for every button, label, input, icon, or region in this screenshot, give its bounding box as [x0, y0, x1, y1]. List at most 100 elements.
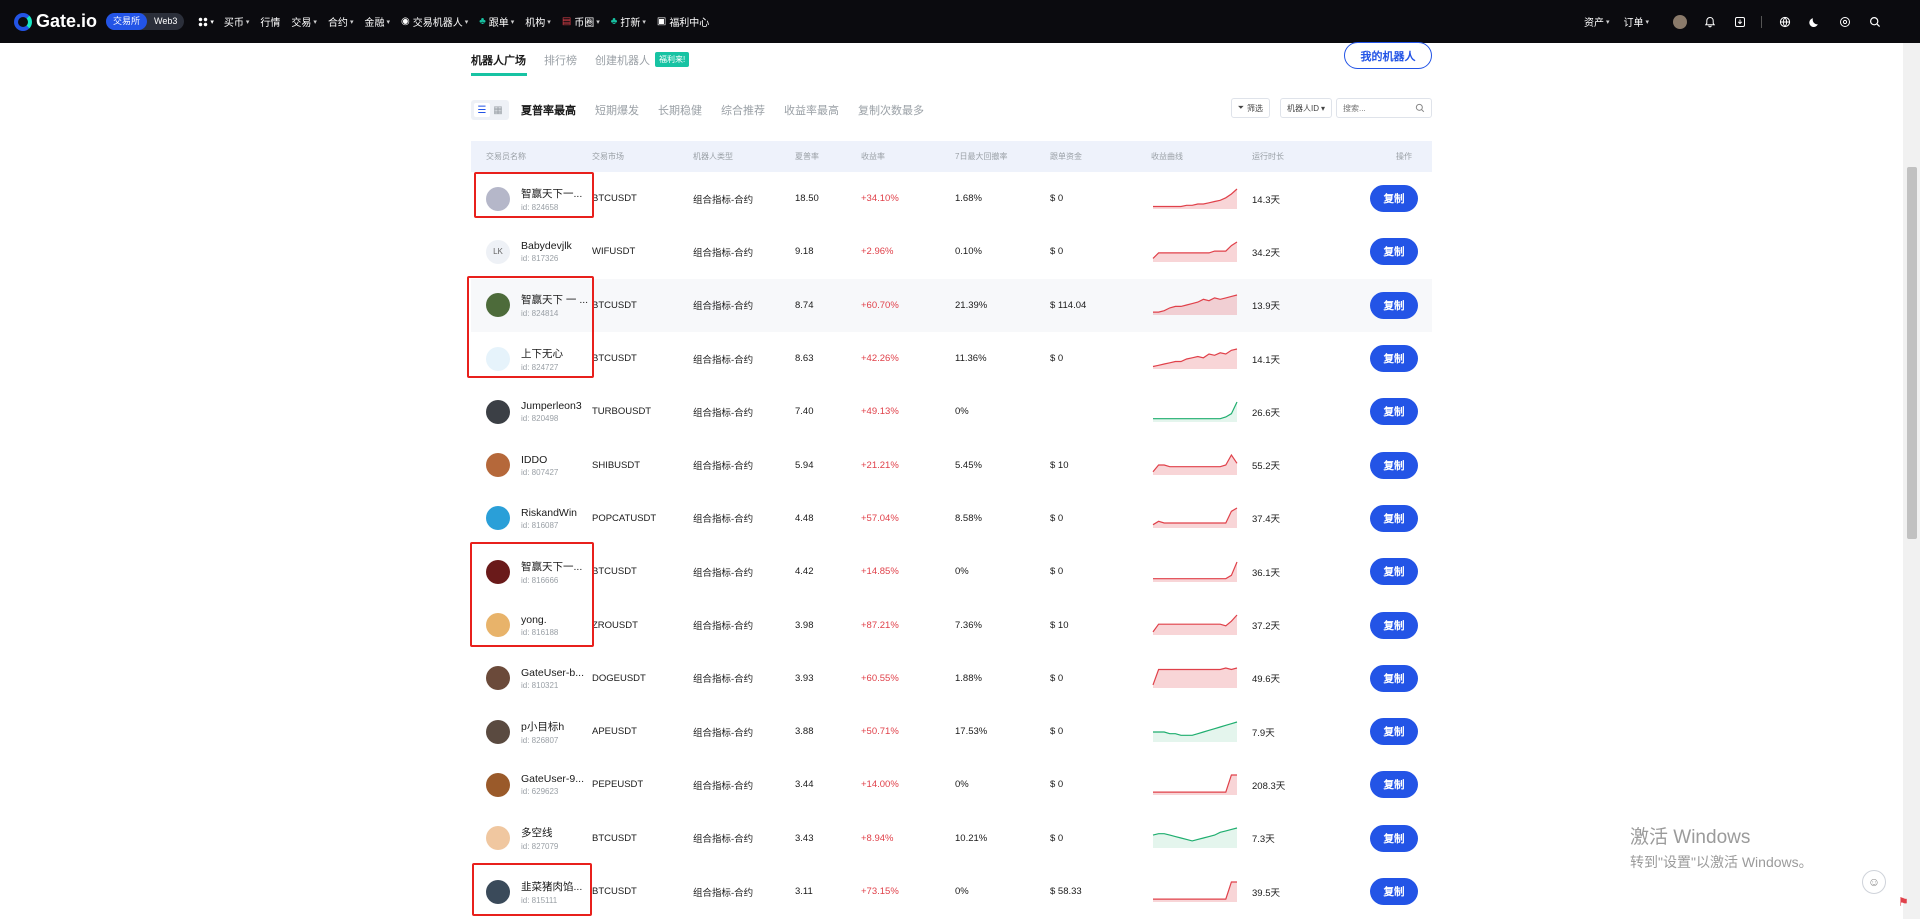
settings-icon[interactable]	[1838, 15, 1852, 29]
table-row[interactable]: Jumperleon3 id: 820498 TURBOUSDT 组合指标-合约…	[471, 385, 1432, 438]
copy-button[interactable]: 复制	[1370, 398, 1418, 426]
avatar[interactable]	[486, 186, 510, 211]
avatar[interactable]	[486, 826, 510, 851]
tab-create-bot[interactable]: 创建机器人 福利来!	[595, 52, 690, 68]
trader-cell[interactable]: RiskandWin id: 816087	[471, 506, 592, 531]
nav-item-10[interactable]: ▣ 福利中心	[657, 14, 709, 29]
nav-item-1[interactable]: 行情	[260, 14, 280, 29]
sort-option-5[interactable]: 复制次数最多	[858, 102, 924, 118]
nav-item-2[interactable]: 交易 ▾	[291, 14, 317, 29]
copy-button[interactable]: 复制	[1370, 504, 1418, 532]
trader-cell[interactable]: 韭菜猪肉馅... id: 815111	[471, 879, 592, 905]
trader-name[interactable]: Babydevjlk	[521, 240, 572, 252]
sort-option-4[interactable]: 收益率最高	[784, 102, 839, 118]
copy-button[interactable]: 复制	[1370, 718, 1418, 746]
assets-menu[interactable]: 资产 ▾	[1584, 14, 1610, 29]
trader-cell[interactable]: p小目标h id: 826807	[471, 719, 592, 745]
trader-name[interactable]: IDDO	[521, 454, 558, 466]
nav-item-7[interactable]: 机构 ▾	[525, 14, 551, 29]
nav-item-5[interactable]: ◉ 交易机器人 ▾	[401, 14, 468, 29]
avatar[interactable]: LK	[486, 239, 510, 264]
copy-button[interactable]: 复制	[1370, 771, 1418, 799]
copy-button[interactable]: 复制	[1370, 878, 1418, 905]
trader-cell[interactable]: 上下无心 id: 824727	[471, 346, 592, 372]
table-row[interactable]: 韭菜猪肉馅... id: 815111 BTCUSDT 组合指标-合约 3.11…	[471, 865, 1432, 918]
avatar[interactable]	[486, 666, 510, 691]
avatar[interactable]	[486, 613, 510, 638]
sort-option-2[interactable]: 长期稳健	[658, 102, 702, 118]
trader-name[interactable]: yong.	[521, 614, 558, 626]
gate-logo[interactable]: Gate.io	[14, 11, 97, 32]
trader-cell[interactable]: Jumperleon3 id: 820498	[471, 399, 592, 424]
support-chat-icon[interactable]: ☺	[1862, 870, 1886, 894]
avatar[interactable]	[486, 293, 510, 318]
copy-button[interactable]: 复制	[1370, 345, 1418, 373]
table-row[interactable]: 多空线 id: 827079 BTCUSDT 组合指标-合约 3.43 +8.9…	[471, 812, 1432, 865]
trader-name[interactable]: 智赢天下一...	[521, 186, 582, 201]
table-row[interactable]: 智赢天下一... id: 816666 BTCUSDT 组合指标-合约 4.42…	[471, 545, 1432, 598]
copy-button[interactable]: 复制	[1370, 824, 1418, 852]
avatar[interactable]	[486, 879, 510, 904]
trader-name[interactable]: GateUser-b...	[521, 667, 584, 679]
avatar[interactable]	[486, 559, 510, 584]
table-row[interactable]: 智赢天下一... id: 824658 BTCUSDT 组合指标-合约 18.5…	[471, 172, 1432, 225]
copy-button[interactable]: 复制	[1370, 238, 1418, 266]
avatar[interactable]	[486, 346, 510, 371]
download-icon[interactable]	[1733, 15, 1747, 29]
sort-option-1[interactable]: 短期爆发	[595, 102, 639, 118]
trader-name[interactable]: 多空线	[521, 825, 558, 840]
avatar[interactable]	[486, 719, 510, 744]
avatar[interactable]	[486, 506, 510, 531]
table-row[interactable]: IDDO id: 807427 SHIBUSDT 组合指标-合约 5.94 +2…	[471, 438, 1432, 491]
trader-cell[interactable]: 智赢天下 一 ... id: 824814	[471, 292, 592, 318]
trader-cell[interactable]: 智赢天下一... id: 816666	[471, 559, 592, 585]
avatar[interactable]	[486, 399, 510, 424]
apps-grid-icon[interactable]	[198, 16, 209, 27]
trader-cell[interactable]: 多空线 id: 827079	[471, 825, 592, 851]
copy-button[interactable]: 复制	[1370, 451, 1418, 479]
theme-moon-icon[interactable]	[1808, 15, 1822, 29]
filter-button[interactable]: ⏷ 筛选	[1230, 98, 1270, 118]
user-avatar[interactable]	[1673, 14, 1687, 29]
grid-view-icon[interactable]: ▦	[490, 103, 506, 117]
tab-ranking[interactable]: 排行榜	[544, 52, 577, 68]
sort-option-0[interactable]: 夏普率最高	[521, 102, 576, 118]
table-row[interactable]: p小目标h id: 826807 APEUSDT 组合指标-合约 3.88 +5…	[471, 705, 1432, 758]
copy-button[interactable]: 复制	[1370, 664, 1418, 692]
scrollbar-thumb[interactable]	[1907, 167, 1917, 539]
table-row[interactable]: RiskandWin id: 816087 POPCATUSDT 组合指标-合约…	[471, 492, 1432, 545]
avatar[interactable]	[486, 453, 510, 478]
copy-button[interactable]: 复制	[1370, 291, 1418, 319]
nav-item-6[interactable]: ♣ 跟单 ▾	[479, 14, 514, 29]
search-type-select[interactable]: 机器人ID ▾	[1280, 98, 1332, 118]
trader-cell[interactable]: IDDO id: 807427	[471, 453, 592, 478]
search-input[interactable]	[1343, 103, 1413, 113]
trader-name[interactable]: 韭菜猪肉馅...	[521, 879, 582, 894]
nav-item-4[interactable]: 金融 ▾	[364, 14, 390, 29]
list-view-icon[interactable]: ☰	[474, 103, 490, 117]
flag-icon[interactable]: ⚑	[1898, 895, 1909, 909]
copy-button[interactable]: 复制	[1370, 611, 1418, 639]
globe-icon[interactable]	[1778, 15, 1792, 29]
table-row[interactable]: GateUser-b... id: 810321 DOGEUSDT 组合指标-合…	[471, 652, 1432, 705]
tab-bot-plaza[interactable]: 机器人广场	[471, 52, 526, 68]
trader-name[interactable]: 智赢天下 一 ...	[521, 292, 588, 307]
nav-item-0[interactable]: 买币 ▾	[224, 14, 250, 29]
table-row[interactable]: yong. id: 816188 ZROUSDT 组合指标-合约 3.98 +8…	[471, 598, 1432, 651]
avatar[interactable]	[486, 772, 510, 797]
nav-item-8[interactable]: ▤ 币圈 ▾	[562, 14, 600, 29]
search-icon[interactable]	[1868, 15, 1882, 29]
copy-button[interactable]: 复制	[1370, 185, 1418, 213]
sort-option-3[interactable]: 综合推荐	[721, 102, 765, 118]
trader-cell[interactable]: GateUser-9... id: 629623	[471, 772, 592, 797]
table-row[interactable]: GateUser-9... id: 629623 PEPEUSDT 组合指标-合…	[471, 758, 1432, 811]
trader-cell[interactable]: LK Babydevjlk id: 817326	[471, 239, 592, 264]
table-row[interactable]: 上下无心 id: 824727 BTCUSDT 组合指标-合约 8.63 +42…	[471, 332, 1432, 385]
web3-tab[interactable]: Web3	[147, 13, 184, 30]
trader-name[interactable]: RiskandWin	[521, 507, 577, 519]
trader-name[interactable]: Jumperleon3	[521, 400, 582, 412]
nav-item-9[interactable]: ♣ 打新 ▾	[611, 14, 646, 29]
trader-cell[interactable]: yong. id: 816188	[471, 613, 592, 638]
page-scrollbar[interactable]	[1903, 43, 1920, 919]
bell-icon[interactable]	[1703, 15, 1717, 29]
